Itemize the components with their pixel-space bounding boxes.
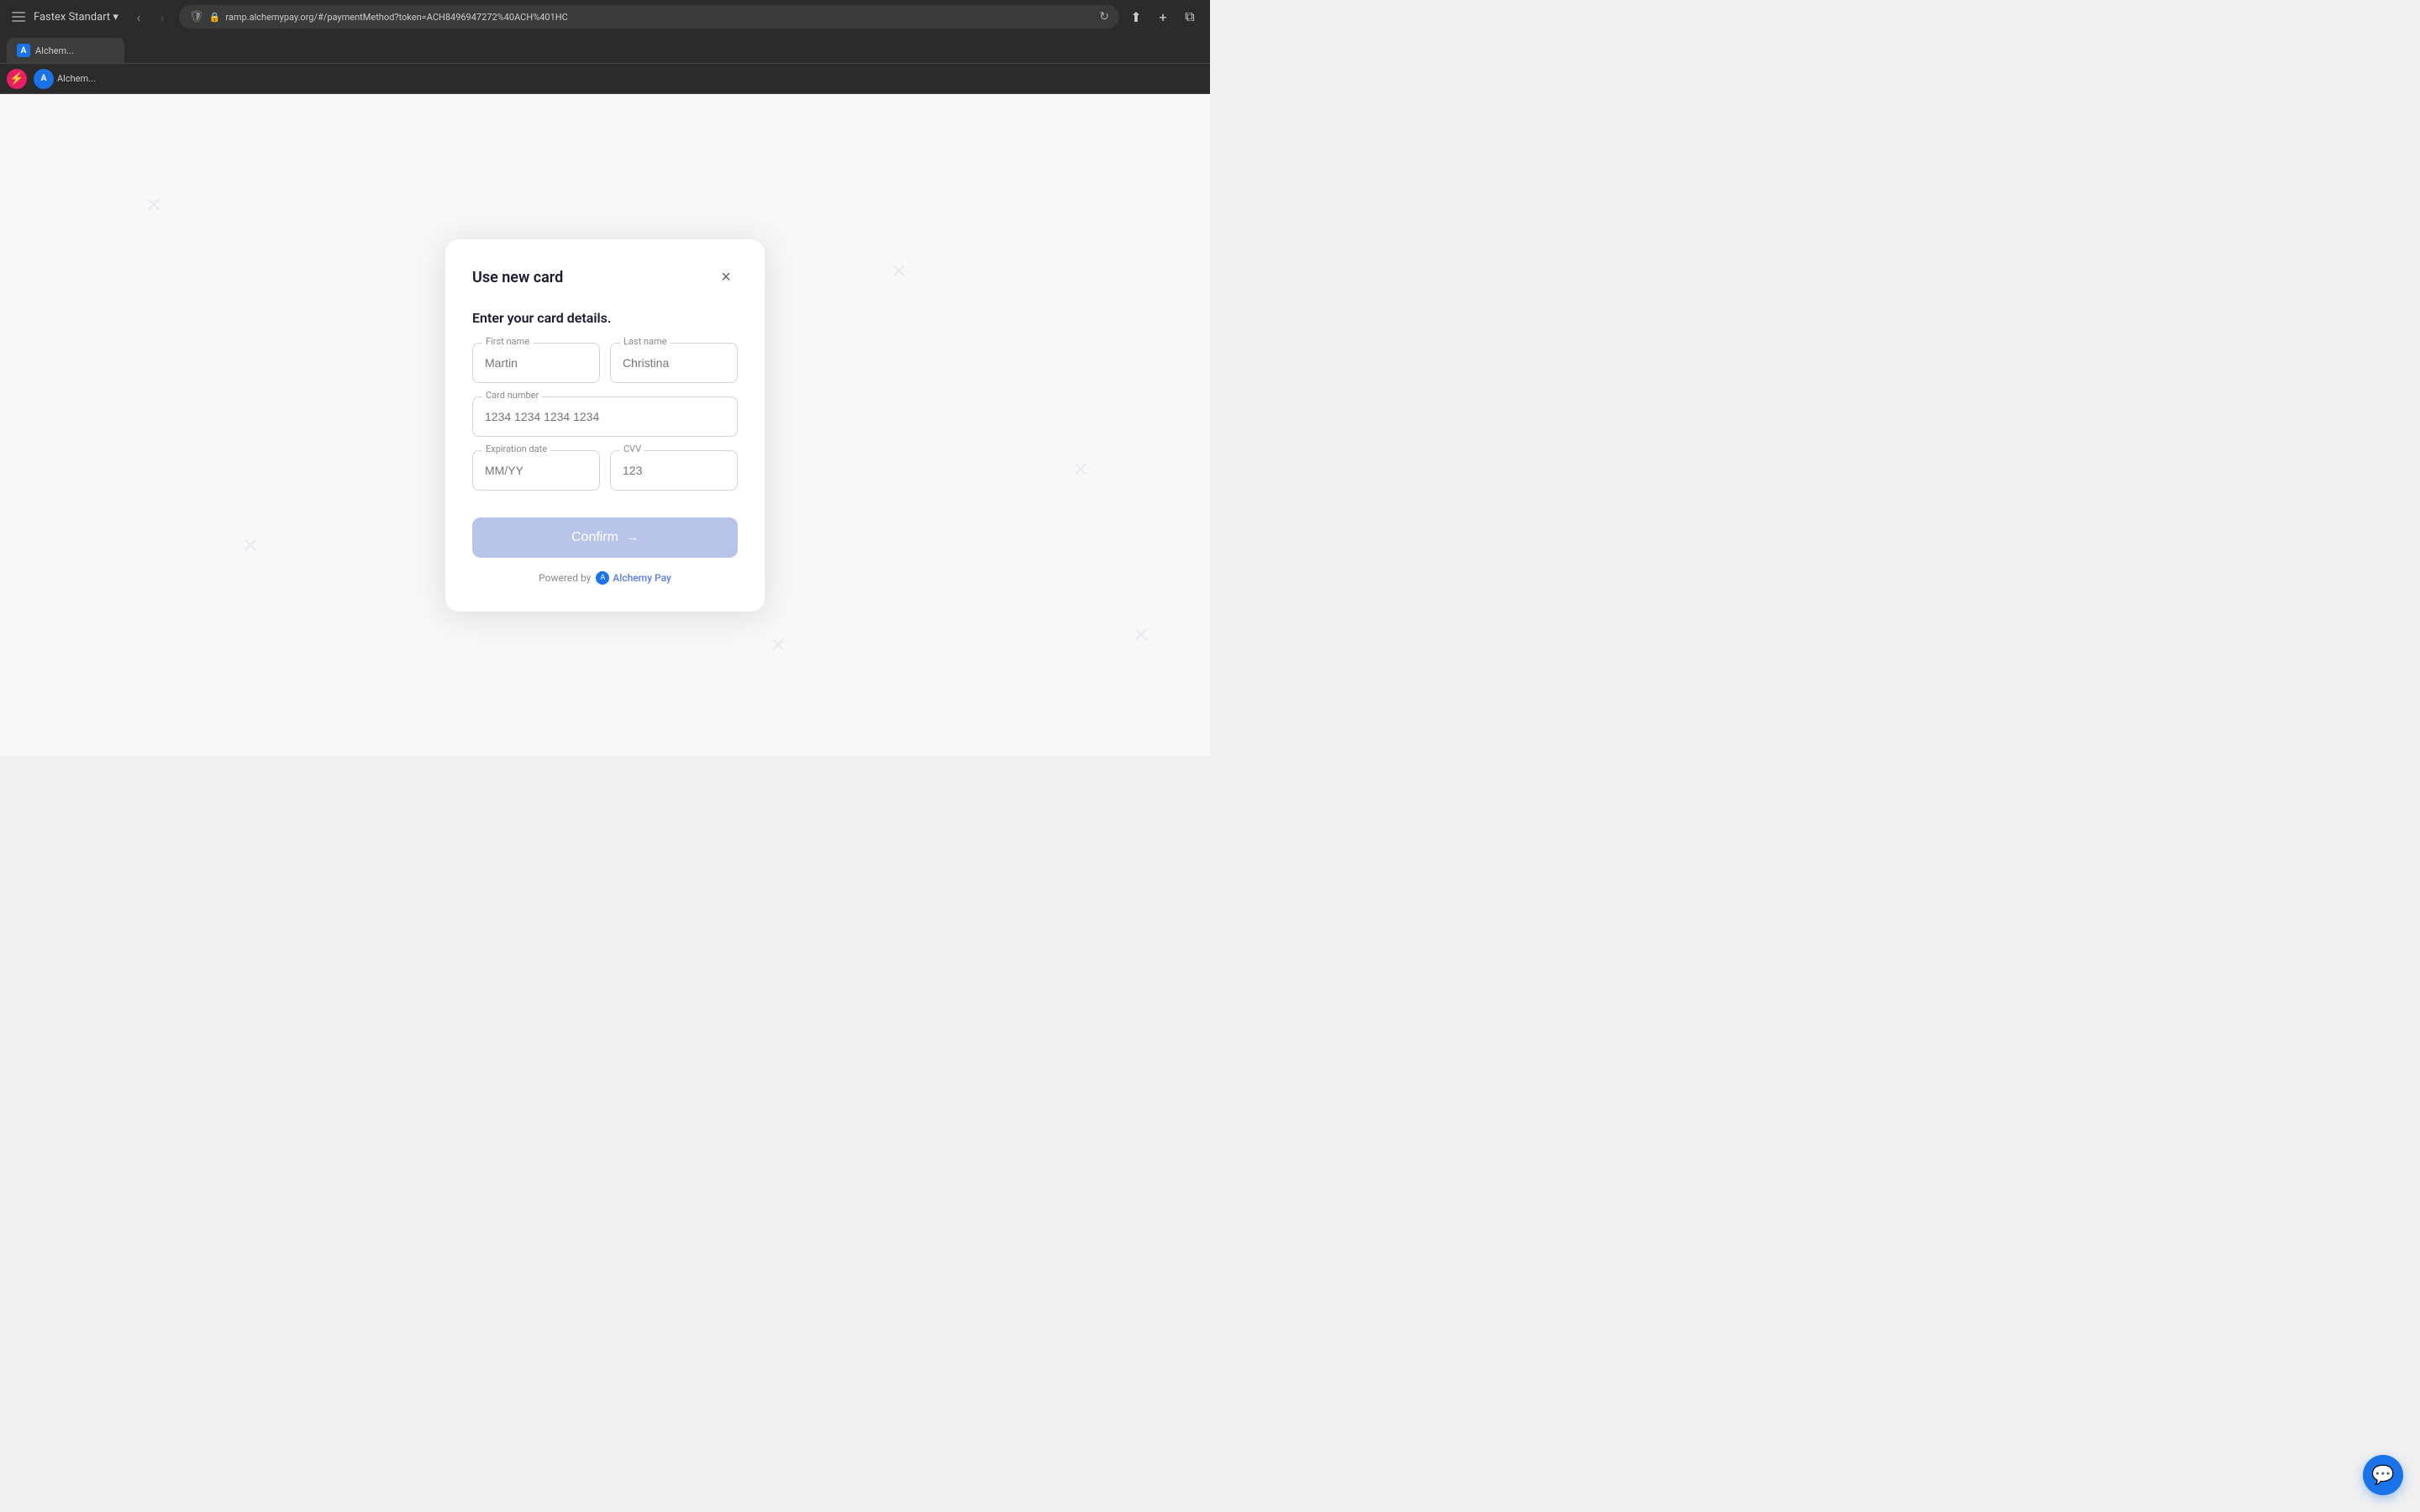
shield-icon: 🛡 [189,10,204,24]
tab-favicon: A [17,44,30,57]
cvv-label: CVV [620,444,644,454]
modal-header: Use new card × [472,266,738,290]
favicons-bar: ⚡ A Alchem... [0,64,1210,94]
nav-buttons: ‹ › [129,7,172,27]
cvv-input[interactable] [610,450,738,491]
card-number-label: Card number [482,390,542,401]
favicon-item-alchemy[interactable]: A Alchem... [34,69,96,89]
sidebar-toggle-button[interactable] [10,10,27,24]
tab-bar: A Alchem... [0,34,1210,64]
expiration-label: Expiration date [482,444,550,454]
alchemy-logo-icon: A [596,571,609,585]
tab-title: Alchem... [35,45,74,56]
form-subtitle: Enter your card details. [472,310,738,326]
first-name-input[interactable] [472,343,600,383]
workspace-title[interactable]: Fastex Standart ▾ [34,11,118,24]
powered-by-text: Powered by [539,572,591,584]
active-tab[interactable]: A Alchem... [7,38,124,63]
tabs-overview-button[interactable]: ⧉ [1180,7,1200,27]
expiration-input[interactable] [472,450,600,491]
alchemy-logo: A Alchemy Pay [596,571,671,585]
modal-title: Use new card [472,269,563,286]
reload-button[interactable]: ↻ [1099,10,1109,24]
chat-icon: 💬 [2371,1465,2394,1486]
cvv-group: CVV [610,450,738,491]
chat-support-button[interactable]: 💬 [2363,1455,2403,1495]
main-content: ✕ ✕ ✕ ✕ ✕ ✕ Use new card × Enter your ca… [0,94,1210,756]
address-bar[interactable]: 🛡 🔒 ramp.alchemypay.org/#/paymentMethod?… [179,5,1119,29]
name-row: First name Last name [472,343,738,383]
alchemy-favicon: A [34,69,54,89]
last-name-label: Last name [620,336,670,347]
last-name-input[interactable] [610,343,738,383]
card-number-input[interactable] [472,396,738,437]
alchemy-tab-label: Alchem... [57,73,96,84]
lock-icon: 🔒 [209,12,221,23]
close-button[interactable]: × [714,266,738,290]
powered-by-section: Powered by A Alchemy Pay [472,571,738,585]
alchemy-pay-text: Alchemy Pay [613,572,671,584]
new-tab-button[interactable]: + [1153,7,1173,27]
url-text: ramp.alchemypay.org/#/paymentMethod?toke… [225,12,1094,23]
browser-chrome: Fastex Standart ▾ ‹ › 🛡 🔒 ramp.alchemypa… [0,0,1210,34]
last-name-group: Last name [610,343,738,383]
confirm-arrow-icon: → [625,530,639,545]
expiry-cvv-row: Expiration date CVV [472,450,738,491]
share-button[interactable]: ⬆ [1126,7,1146,27]
back-button[interactable]: ‹ [129,7,149,27]
browser-action-buttons: ⬆ + ⧉ [1126,7,1200,27]
use-new-card-modal: Use new card × Enter your card details. … [445,239,765,612]
card-number-group: Card number [472,396,738,437]
confirm-button[interactable]: Confirm → [472,517,738,558]
first-name-label: First name [482,336,533,347]
fastex-favicon: ⚡ [7,69,27,89]
confirm-button-label: Confirm [571,530,618,545]
expiration-group: Expiration date [472,450,600,491]
forward-button[interactable]: › [152,7,172,27]
favicon-item-fastex[interactable]: ⚡ [7,69,27,89]
modal-overlay: Use new card × Enter your card details. … [0,94,1210,756]
first-name-group: First name [472,343,600,383]
